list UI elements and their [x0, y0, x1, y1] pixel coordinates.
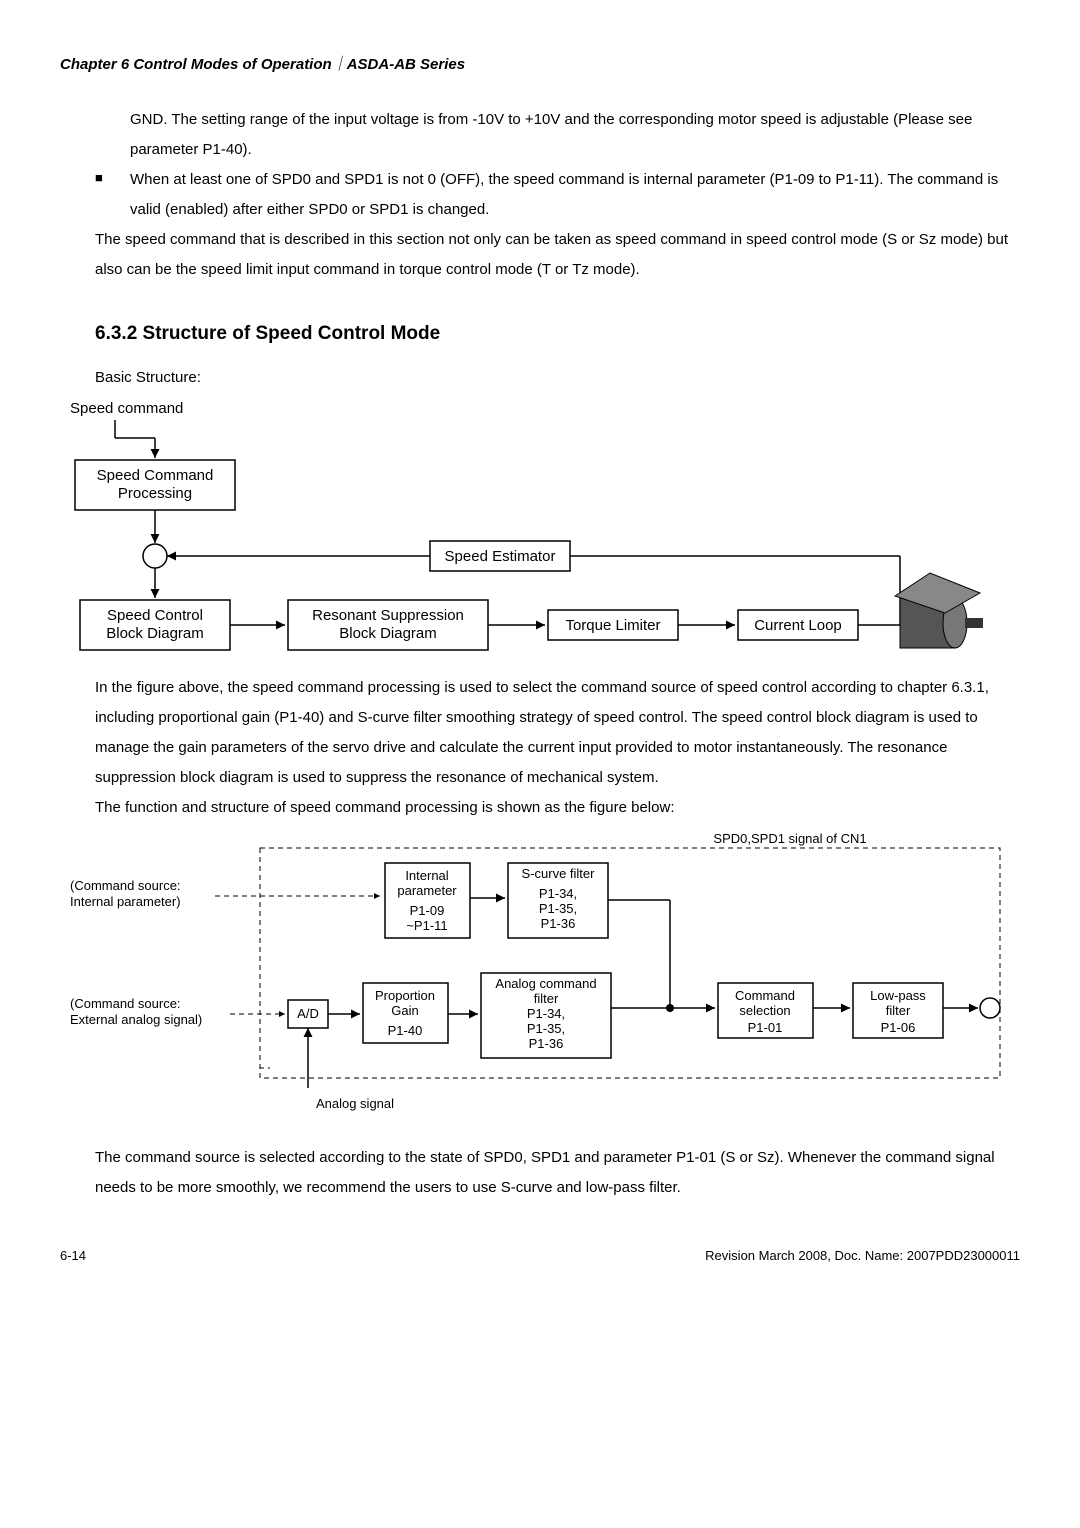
svg-text:filter: filter: [534, 991, 559, 1006]
paragraph-speed-command: The speed command that is described in t…: [95, 225, 1010, 285]
svg-text:P1-01: P1-01: [748, 1020, 783, 1035]
d2-ad: A/D: [297, 1006, 319, 1021]
diagram-basic-structure: .box { fill:#fff; stroke:#000; stroke-wi…: [60, 398, 1020, 658]
paragraph-command-source: The command source is selected according…: [95, 1143, 1010, 1203]
bullet-item: When at least one of SPD0 and SPD1 is no…: [95, 165, 1020, 225]
svg-text:Command: Command: [735, 988, 795, 1003]
d1-estimator: Speed Estimator: [445, 548, 556, 565]
d1-proc-l2: Processing: [118, 485, 192, 502]
svg-text:P1-40: P1-40: [388, 1023, 423, 1038]
header-sep: ｜: [332, 56, 347, 73]
page-header: Chapter 6 Control Modes of Operation｜ASD…: [60, 50, 1020, 80]
d1-resonant-l2: Block Diagram: [339, 625, 437, 642]
svg-text:P1-34,: P1-34,: [539, 886, 577, 901]
svg-text:P1-36: P1-36: [541, 916, 576, 931]
footer-page: 6-14: [60, 1243, 86, 1269]
svg-text:Internal: Internal: [405, 868, 448, 883]
svg-text:parameter: parameter: [397, 883, 457, 898]
header-series: ASDA-AB Series: [347, 56, 465, 73]
section-heading: 6.3.2 Structure of Speed Control Mode: [95, 315, 1020, 353]
paragraph-intro-continued: GND. The setting range of the input volt…: [130, 105, 1020, 165]
paragraph-function-intro: The function and structure of speed comm…: [95, 793, 1010, 823]
svg-text:Gain: Gain: [391, 1003, 418, 1018]
d1-resonant-l1: Resonant Suppression: [312, 607, 464, 624]
svg-text:Analog command: Analog command: [495, 976, 596, 991]
basic-structure-label: Basic Structure:: [95, 363, 1020, 393]
d2-signal-label: SPD0,SPD1 signal of CN1: [713, 831, 866, 846]
svg-text:~P1-11: ~P1-11: [406, 918, 447, 933]
d1-control-l2: Block Diagram: [106, 625, 204, 642]
d1-control-l1: Speed Control: [107, 607, 203, 624]
d2-src-ext1: (Command source:: [70, 996, 181, 1011]
d2-src-ext2: External analog signal): [70, 1012, 202, 1027]
svg-text:Low-pass: Low-pass: [870, 988, 926, 1003]
d1-proc-l1: Speed Command: [97, 467, 214, 484]
svg-text:P1-35,: P1-35,: [539, 901, 577, 916]
svg-text:P1-09: P1-09: [410, 903, 445, 918]
header-chapter: Chapter 6 Control Modes of Operation: [60, 56, 332, 73]
svg-text:P1-35,: P1-35,: [527, 1021, 565, 1036]
page-footer: 6-14 Revision March 2008, Doc. Name: 200…: [60, 1243, 1020, 1269]
d1-loop: Current Loop: [754, 617, 842, 634]
d2-analog-signal: Analog signal: [316, 1096, 394, 1111]
paragraph-figure-description: In the figure above, the speed command p…: [95, 673, 1010, 793]
svg-text:selection: selection: [739, 1003, 790, 1018]
svg-text:S-curve filter: S-curve filter: [522, 866, 596, 881]
d2-src-int1: (Command source:: [70, 878, 181, 893]
d1-torque: Torque Limiter: [565, 617, 660, 634]
svg-text:P1-36: P1-36: [529, 1036, 564, 1051]
motor-icon: [895, 573, 983, 648]
svg-text:P1-06: P1-06: [881, 1020, 916, 1035]
d2-src-int2: Internal parameter): [70, 894, 181, 909]
d1-speed-command-label: Speed command: [70, 400, 183, 417]
svg-text:Proportion: Proportion: [375, 988, 435, 1003]
footer-revision: Revision March 2008, Doc. Name: 2007PDD2…: [705, 1243, 1020, 1269]
svg-text:P1-34,: P1-34,: [527, 1006, 565, 1021]
svg-text:filter: filter: [886, 1003, 911, 1018]
bullet-list: When at least one of SPD0 and SPD1 is no…: [95, 165, 1020, 225]
diagram-command-processing: .box2 { fill:#fff; stroke:#000; stroke-w…: [60, 828, 1020, 1128]
